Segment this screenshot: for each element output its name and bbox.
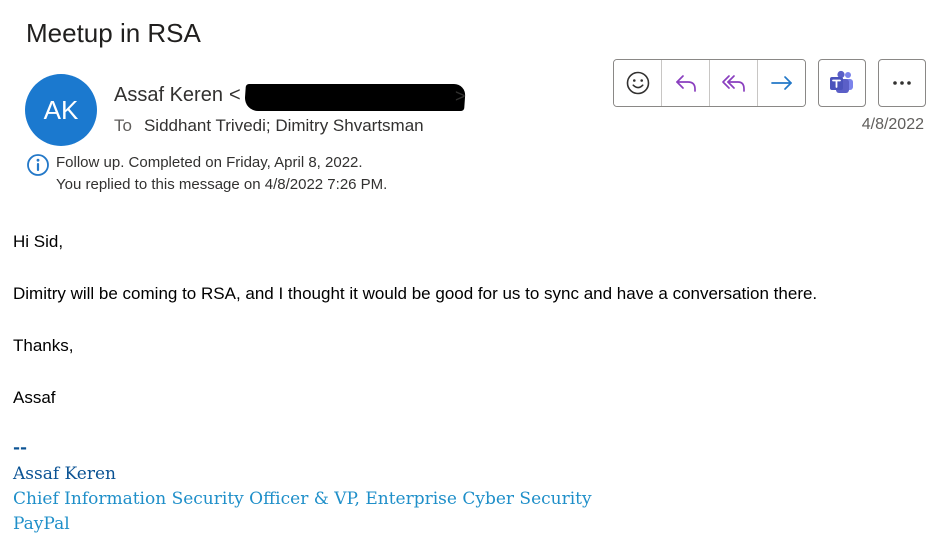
to-label: To xyxy=(114,116,132,135)
sender-line: Assaf Keren < xyxy=(114,84,241,107)
reply-icon xyxy=(675,75,696,92)
sender-name[interactable]: Assaf Keren xyxy=(114,84,223,106)
recipient-names[interactable]: Siddhant Trivedi; Dimitry Shvartsman xyxy=(144,116,424,135)
teams-button[interactable] xyxy=(818,59,866,107)
follow-up-info: Follow up. Completed on Friday, April 8,… xyxy=(26,152,387,196)
sender-avatar[interactable]: AK xyxy=(25,74,97,146)
redacted-email xyxy=(244,84,466,111)
signature-name: Assaf Keren xyxy=(13,464,116,484)
email-subject: Meetup in RSA xyxy=(26,18,201,48)
emoji-icon xyxy=(626,71,649,95)
signature-separator: -- xyxy=(13,438,28,458)
action-button-group xyxy=(613,59,806,107)
recipients-row: To Siddhant Trivedi; Dimitry Shvartsman xyxy=(114,116,424,136)
body-thanks: Thanks, xyxy=(13,336,74,355)
emoji-reaction-button[interactable] xyxy=(614,60,661,106)
teams-icon xyxy=(830,70,853,93)
reply-button[interactable] xyxy=(661,60,709,106)
message-toolbar xyxy=(613,59,926,107)
forward-button[interactable] xyxy=(757,60,805,106)
email-close-bracket: > xyxy=(455,86,466,106)
reply-all-icon xyxy=(721,75,745,92)
follow-up-status: Follow up. Completed on Friday, April 8,… xyxy=(56,154,363,171)
reply-status: You replied to this message on 4/8/2022 … xyxy=(56,176,388,193)
reply-all-button[interactable] xyxy=(709,60,757,106)
signature-company: PayPal xyxy=(13,514,70,534)
signature-title: Chief Information Security Officer & VP,… xyxy=(13,489,592,509)
avatar-initials: AK xyxy=(43,94,79,125)
forward-icon xyxy=(770,76,792,90)
more-options-button[interactable] xyxy=(878,59,926,107)
more-icon xyxy=(893,81,911,85)
received-date: 4/8/2022 xyxy=(861,116,924,133)
body-signoff-name: Assaf xyxy=(13,388,56,407)
email-open-bracket: < xyxy=(228,84,241,106)
body-paragraph: Dimitry will be coming to RSA, and I tho… xyxy=(13,284,818,303)
info-icon xyxy=(27,154,49,176)
body-greeting: Hi Sid, xyxy=(13,232,64,251)
